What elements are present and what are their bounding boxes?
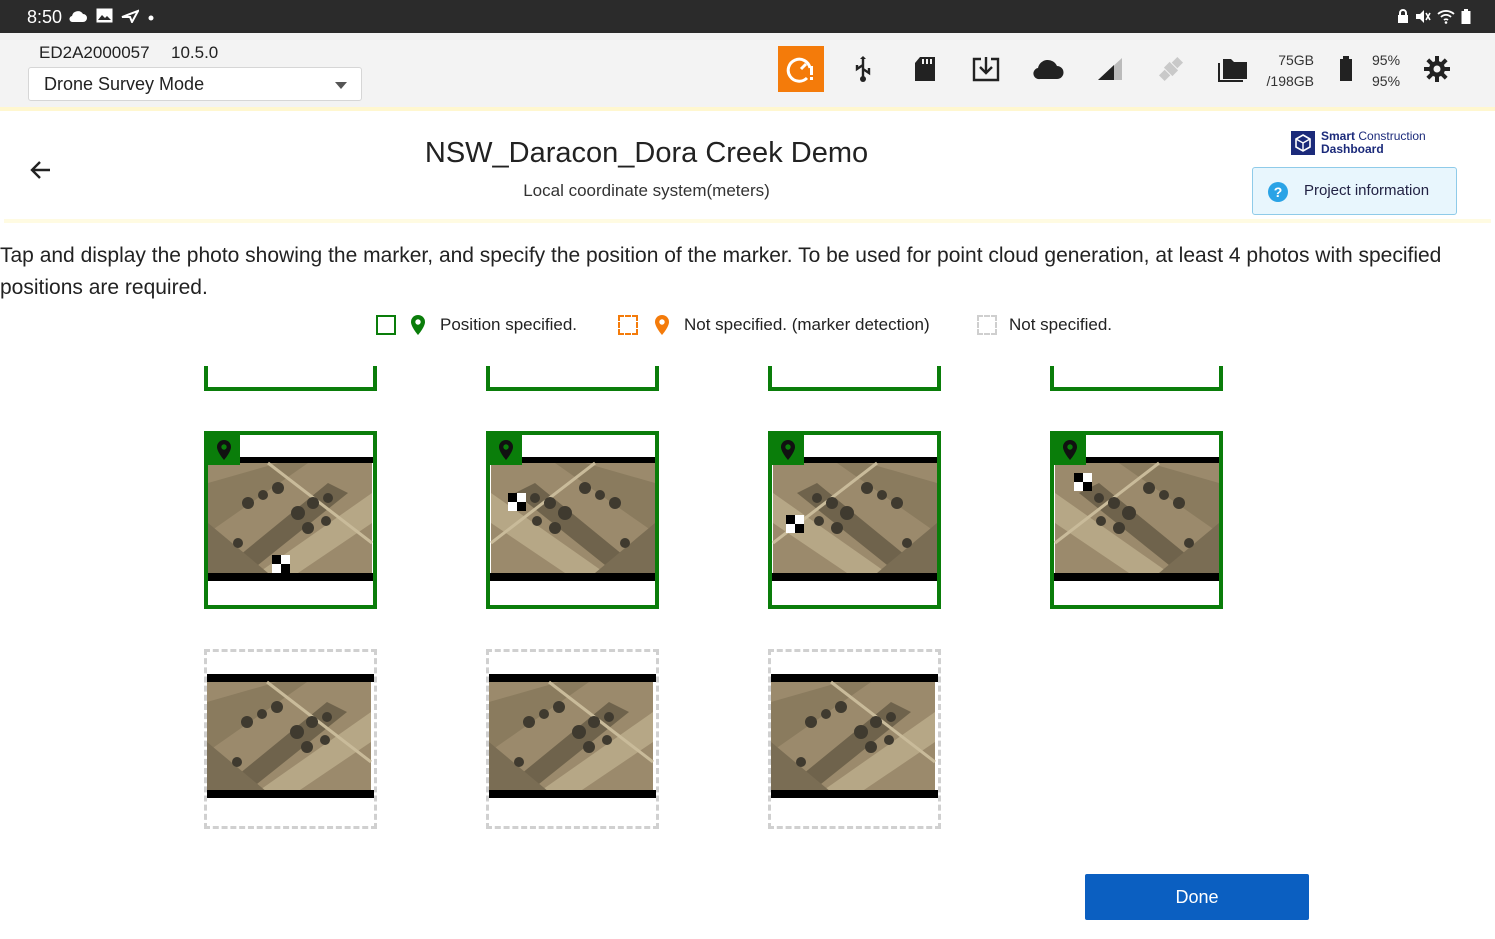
photo-thumbnail[interactable] bbox=[204, 649, 377, 829]
photo-thumbnail[interactable] bbox=[204, 431, 377, 609]
map-pin-icon bbox=[772, 435, 804, 465]
download-icon[interactable] bbox=[963, 46, 1009, 92]
logo-dashboard: Dashboard bbox=[1321, 142, 1384, 156]
project-information-label: Project information bbox=[1304, 182, 1430, 199]
project-title: NSW_Daracon_Dora Creek Demo bbox=[424, 137, 869, 169]
map-pin-icon bbox=[490, 435, 522, 465]
lock-icon bbox=[1397, 9, 1409, 29]
gear-icon[interactable] bbox=[1414, 46, 1460, 92]
photo-thumbnail[interactable] bbox=[486, 366, 659, 391]
not-specified-swatch bbox=[977, 315, 997, 335]
device-id: ED2A2000057 bbox=[39, 43, 150, 62]
map-pin-icon bbox=[208, 435, 240, 465]
legend-marker-detection: Not specified. (marker detection) bbox=[618, 313, 930, 337]
aerial-photo bbox=[772, 457, 937, 581]
project-information-button[interactable]: ? Project information bbox=[1252, 167, 1457, 215]
mute-icon bbox=[1415, 9, 1431, 29]
map-pin-icon bbox=[1054, 435, 1086, 465]
sd-card-icon[interactable] bbox=[902, 46, 948, 92]
legend-specified: Position specified. bbox=[376, 313, 577, 337]
coordinate-system: Local coordinate system(meters) bbox=[523, 181, 770, 200]
cloud-icon[interactable] bbox=[1025, 46, 1071, 92]
aerial-photo bbox=[207, 674, 374, 798]
instruction-text: Tap and display the photo showing the ma… bbox=[0, 244, 1442, 299]
legend-not-specified-label: Not specified. bbox=[1009, 315, 1112, 334]
map-pin-orange-icon bbox=[655, 315, 669, 335]
aerial-photo bbox=[208, 457, 373, 581]
storage-total: /198GB bbox=[1266, 73, 1314, 89]
aerial-photo bbox=[489, 674, 656, 798]
photo-thumbnail[interactable] bbox=[768, 431, 941, 609]
battery-levels: 95% 95% bbox=[1372, 50, 1400, 92]
marker-detection-swatch bbox=[618, 315, 638, 335]
signal-icon bbox=[1087, 46, 1133, 92]
battery-icon bbox=[1461, 9, 1471, 29]
battery-icon bbox=[1323, 46, 1369, 92]
chevron-down-icon bbox=[335, 82, 347, 89]
folder-icon[interactable] bbox=[1210, 46, 1256, 92]
aerial-photo bbox=[771, 674, 938, 798]
satellite-icon bbox=[1148, 46, 1194, 92]
map-pin-green-icon bbox=[411, 315, 425, 335]
legend-specified-label: Position specified. bbox=[440, 315, 578, 334]
dot-icon bbox=[147, 9, 155, 27]
airplane-icon bbox=[121, 8, 141, 28]
storage-indicator: 75GB /198GB bbox=[1262, 50, 1314, 92]
marker-target bbox=[272, 555, 290, 573]
divider bbox=[0, 107, 1495, 111]
legend-not-specified: Not specified. bbox=[977, 313, 1112, 337]
logo-smart: Smart bbox=[1321, 129, 1356, 143]
aerial-photo bbox=[490, 457, 655, 581]
help-icon: ? bbox=[1268, 182, 1288, 202]
app-version: 10.5.0 bbox=[171, 43, 219, 62]
aerial-photo bbox=[1054, 457, 1219, 581]
mode-dropdown-value: Drone Survey Mode bbox=[44, 74, 205, 94]
legend-marker-detection-label: Not specified. (marker detection) bbox=[684, 315, 930, 334]
smart-construction-logo: Smart Construction Dashboard bbox=[1291, 130, 1426, 156]
app-toolbar: ED2A2000057 10.5.0 Drone Survey Mode 75G… bbox=[0, 33, 1495, 107]
battery-level-1: 95% bbox=[1372, 52, 1401, 68]
gauge-alert-icon[interactable] bbox=[778, 46, 824, 92]
done-button[interactable]: Done bbox=[1085, 874, 1309, 920]
clock: 8:50 bbox=[27, 7, 63, 27]
photo-thumbnail[interactable] bbox=[486, 649, 659, 829]
photo-thumbnail[interactable] bbox=[486, 431, 659, 609]
usb-icon[interactable] bbox=[840, 46, 886, 92]
wifi-icon bbox=[1437, 9, 1455, 29]
specified-swatch bbox=[376, 315, 396, 335]
photo-thumbnail[interactable] bbox=[768, 649, 941, 829]
system-status-bar: 8:50 bbox=[0, 0, 1495, 33]
storage-used: 75GB bbox=[1278, 52, 1314, 68]
battery-level-2: 95% bbox=[1372, 73, 1401, 89]
photo-thumbnail[interactable] bbox=[1050, 431, 1223, 609]
project-header: NSW_Daracon_Dora Creek Demo Local coordi… bbox=[4, 113, 1491, 223]
photo-thumbnail[interactable] bbox=[204, 366, 377, 391]
photo-thumbnail[interactable] bbox=[768, 366, 941, 391]
logo-mark-icon bbox=[1291, 131, 1315, 155]
mode-dropdown[interactable]: Drone Survey Mode bbox=[28, 67, 362, 101]
image-icon bbox=[96, 8, 113, 28]
photo-thumbnail[interactable] bbox=[1050, 366, 1223, 391]
logo-construction: Construction bbox=[1355, 129, 1426, 143]
cloud-icon bbox=[68, 9, 88, 28]
